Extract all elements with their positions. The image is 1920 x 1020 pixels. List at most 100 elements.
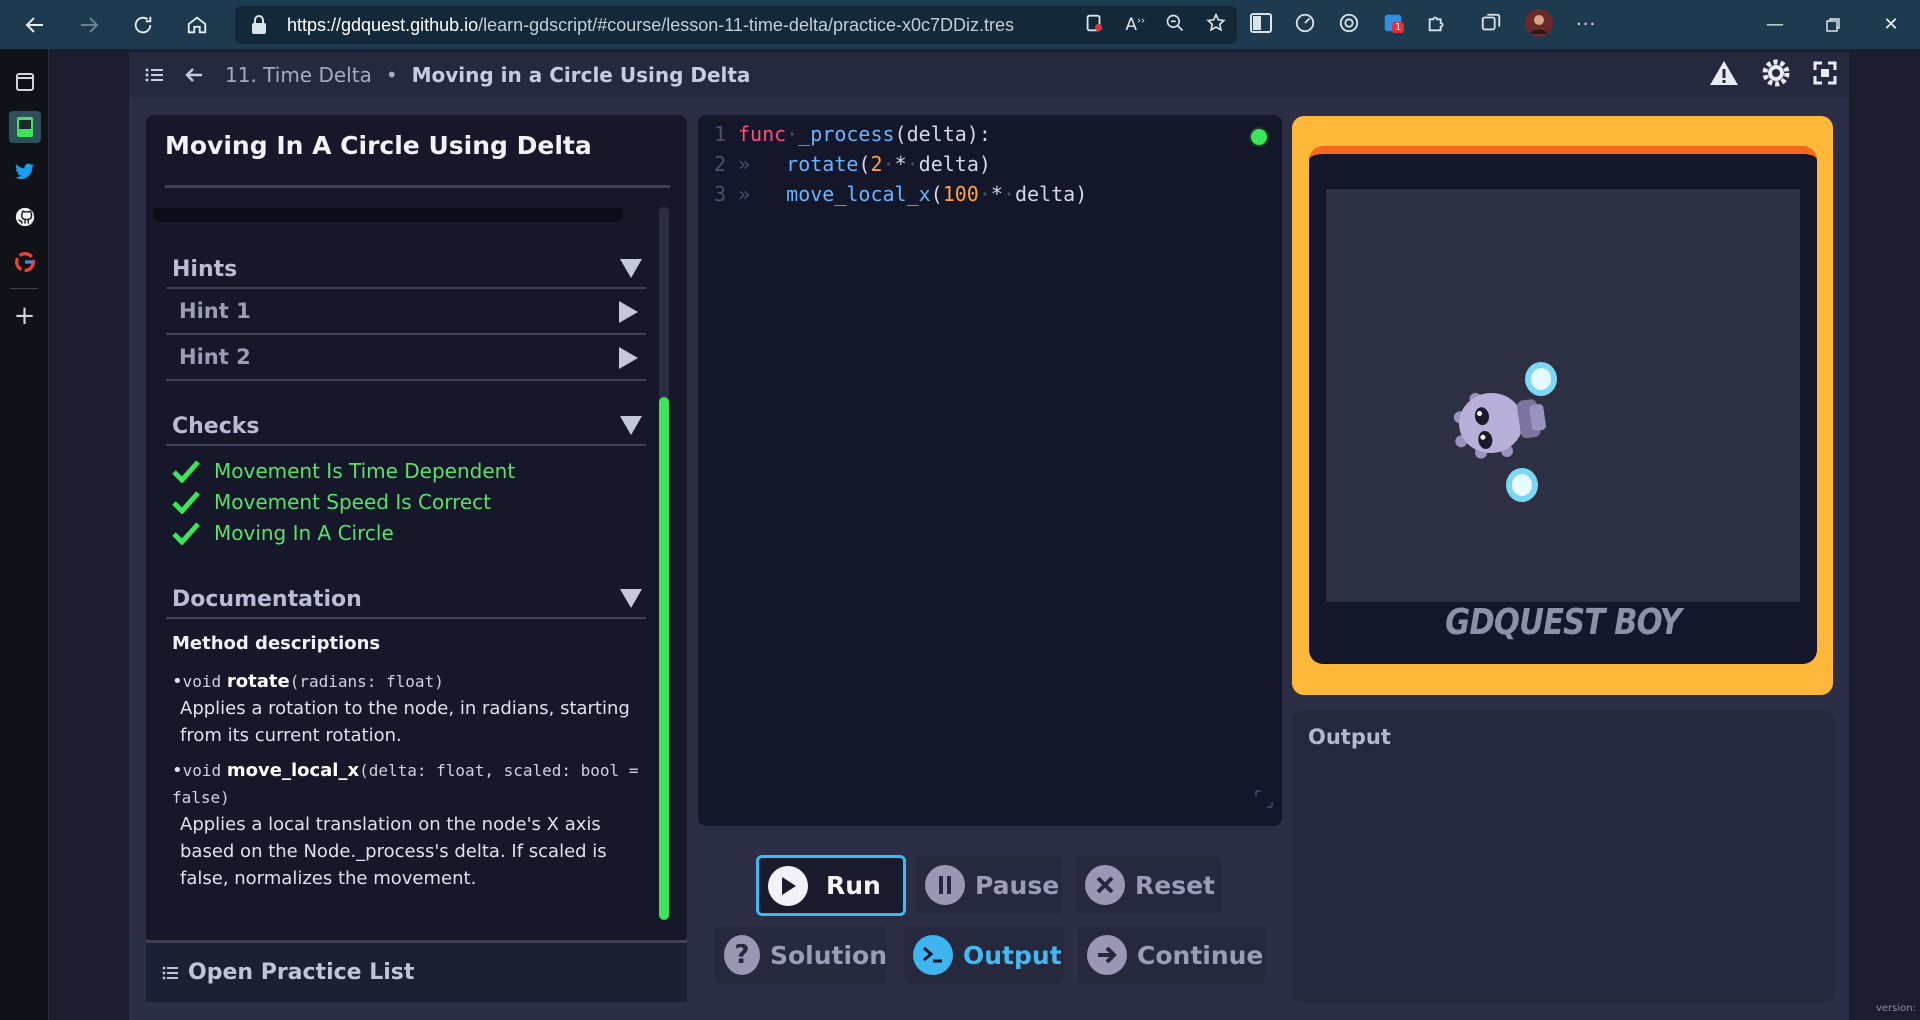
app-header: 11. Time Delta • Moving in a Circle Usin…: [129, 52, 1849, 97]
hint-item[interactable]: Hint 2: [166, 335, 646, 381]
documentation-header[interactable]: Documentation: [166, 581, 646, 619]
fullscreen-icon[interactable]: [1813, 61, 1837, 89]
menu-icon[interactable]: [145, 67, 163, 83]
code-token: delta): [918, 152, 991, 176]
code-token: ·: [978, 182, 991, 206]
report-warning-icon[interactable]: [1709, 60, 1739, 90]
pause-label: Pause: [975, 870, 1060, 900]
sidebar-divider: [10, 288, 38, 289]
version-label: version:: [1876, 1003, 1916, 1014]
sidebar-toggle-icon[interactable]: [1250, 12, 1272, 37]
bullet: •: [172, 760, 183, 781]
code-token: *: [894, 152, 907, 176]
code-line[interactable]: 1 func · _process (delta):: [698, 119, 991, 149]
return-type: void: [182, 672, 222, 691]
code-token: (delta):: [894, 122, 991, 146]
method-signature: (radians: float): [289, 672, 444, 691]
continue-label: Continue: [1137, 940, 1264, 970]
refresh-button[interactable]: [116, 0, 170, 49]
hint-item[interactable]: Hint 1: [166, 289, 646, 335]
add-icon[interactable]: +: [0, 293, 49, 338]
checks-section: Checks Movement Is Time Dependent Moveme…: [166, 408, 646, 548]
question-icon: ?: [724, 935, 760, 975]
output-panel-title: Output: [1308, 725, 1391, 749]
game-brand-logo: GDQUEST BOY: [1445, 602, 1682, 643]
url-text: https://gdquest.github.io/learn-gdscript…: [287, 14, 1015, 35]
extension-speed-icon[interactable]: [1294, 12, 1316, 38]
checkmark-icon: [172, 490, 200, 514]
collapse-triangle-icon: [620, 416, 642, 435]
forward-button[interactable]: [62, 0, 116, 49]
settings-gear-icon[interactable]: [1761, 58, 1791, 92]
code-token: rotate: [786, 152, 859, 176]
method-entry: •void rotate(radians: float): [172, 668, 642, 695]
check-item: Movement Is Time Dependent: [166, 455, 646, 486]
extension-badge-icon[interactable]: 1: [1382, 12, 1405, 38]
run-button[interactable]: Run: [756, 855, 906, 916]
twitter-icon[interactable]: [0, 149, 49, 194]
more-icon[interactable]: ···: [1576, 14, 1596, 35]
tabs-icon[interactable]: [0, 59, 49, 104]
output-label: Output: [963, 940, 1062, 970]
extension-target-icon[interactable]: [1338, 12, 1360, 38]
favorite-icon[interactable]: [1205, 12, 1227, 38]
documentation-section: Documentation Method descriptions •void …: [166, 581, 646, 892]
breadcrumb-lesson[interactable]: 11. Time Delta: [225, 63, 372, 87]
documentation-label: Documentation: [172, 586, 362, 612]
code-token: »: [738, 152, 787, 176]
code-token: move_local_x: [786, 182, 931, 206]
code-line[interactable]: 3» move_local_x(100 · * · delta): [698, 179, 1087, 209]
hints-header[interactable]: Hints: [166, 251, 646, 289]
method-entry: •void move_local_x(delta: float, scaled:…: [172, 757, 642, 811]
open-practice-list-button[interactable]: Open Practice List: [146, 940, 687, 1002]
reset-button[interactable]: Reset: [1076, 856, 1221, 914]
pause-icon: [925, 865, 965, 905]
reset-label: Reset: [1135, 870, 1215, 900]
collapse-triangle-icon: [620, 259, 642, 278]
profile-avatar[interactable]: [1524, 8, 1554, 42]
extensions-puzzle-icon[interactable]: [1426, 12, 1448, 38]
home-button[interactable]: [170, 0, 224, 49]
hints-section: Hints Hint 1 Hint 2: [166, 251, 646, 381]
github-icon[interactable]: [0, 194, 49, 239]
clipboard-icon[interactable]: [1083, 12, 1105, 38]
read-aloud-icon[interactable]: A››: [1125, 15, 1145, 35]
output-panel[interactable]: Output: [1293, 711, 1834, 1002]
title-divider: [165, 185, 670, 188]
method-description: Applies a local translation on the node'…: [180, 814, 607, 889]
code-line[interactable]: 2» rotate(2 · * · delta): [698, 149, 991, 179]
code-token: _process: [798, 122, 895, 146]
check-label: Moving In A Circle: [214, 520, 394, 545]
code-token: 2: [870, 152, 883, 176]
close-window-button[interactable]: ✕: [1862, 0, 1920, 49]
checkmark-icon: [172, 521, 200, 545]
check-item: Movement Speed Is Correct: [166, 486, 646, 517]
open-practice-list-label: Open Practice List: [188, 960, 415, 985]
code-editor[interactable]: 1 func · _process (delta): 2» rotate(2 · * · delt…: [698, 115, 1282, 826]
collections-icon[interactable]: [1480, 12, 1502, 38]
google-icon[interactable]: [0, 239, 49, 284]
back-button[interactable]: [8, 0, 62, 49]
continue-button[interactable]: Continue: [1078, 926, 1265, 984]
panel-scrollbar-thumb[interactable]: [659, 397, 669, 920]
output-button[interactable]: Output: [904, 926, 1064, 984]
checks-header[interactable]: Checks: [166, 408, 646, 446]
status-indicator-dot: [1249, 127, 1269, 147]
pause-button[interactable]: Pause: [916, 856, 1063, 914]
hints-label: Hints: [172, 256, 238, 282]
hint-label: Hint 1: [179, 299, 251, 323]
list-icon: [162, 965, 178, 981]
address-bar[interactable]: https://gdquest.github.io/learn-gdscript…: [235, 6, 1237, 44]
play-icon: [768, 865, 808, 906]
method-descriptions-heading: Method descriptions: [172, 633, 381, 654]
gdquest-tab-icon[interactable]: [0, 104, 49, 149]
method-name: rotate: [226, 671, 290, 692]
practice-title: Moving In A Circle Using Delta: [165, 131, 592, 160]
back-arrow-icon[interactable]: [185, 67, 203, 83]
solution-button[interactable]: ? Solution: [715, 926, 887, 984]
game-viewport[interactable]: [1326, 189, 1800, 602]
maximize-button[interactable]: [1804, 0, 1862, 49]
resize-handle-icon[interactable]: [1254, 789, 1274, 809]
minimize-button[interactable]: —: [1746, 0, 1804, 49]
zoom-icon[interactable]: [1165, 13, 1185, 37]
